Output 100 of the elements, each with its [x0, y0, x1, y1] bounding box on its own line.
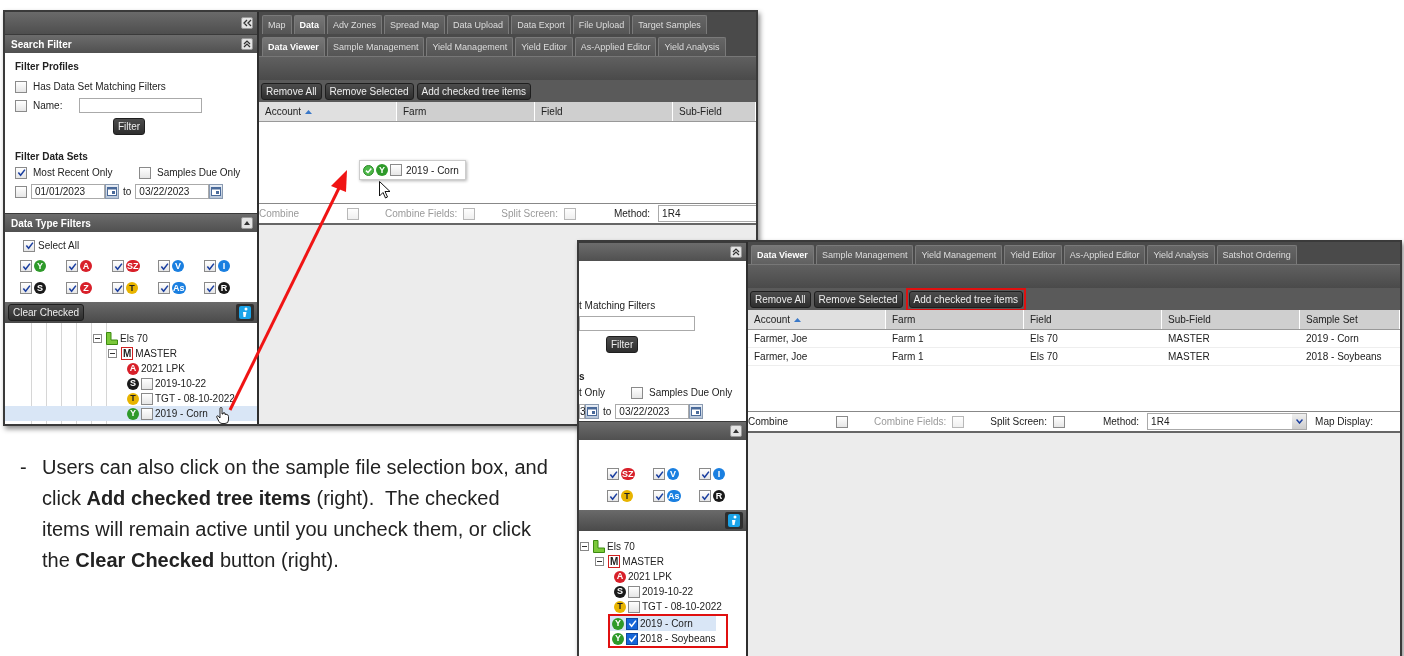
checkbox[interactable]	[158, 260, 170, 272]
toolbar-button[interactable]: Remove Selected	[813, 290, 903, 308]
filter-button[interactable]: Filter	[112, 117, 146, 135]
clear-checked-button[interactable]: Clear Checked	[8, 304, 85, 321]
tree-item[interactable]: Y 2019 - Corn	[610, 616, 716, 631]
checkbox[interactable]	[20, 260, 32, 272]
collapse-left-icon[interactable]	[242, 19, 252, 27]
tree-item[interactable]: Y 2018 - Soybeans	[610, 631, 716, 646]
tab[interactable]: File Upload	[572, 15, 631, 34]
checkbox[interactable]	[15, 80, 27, 93]
tree-item[interactable]: T TGT - 08-10-2022	[579, 599, 746, 614]
column-header[interactable]: Sub-Field	[673, 102, 756, 121]
tab[interactable]: Data Viewer	[262, 37, 325, 56]
checkbox[interactable]	[20, 282, 32, 294]
column-header[interactable]: Account	[748, 310, 886, 329]
tree-item[interactable]: A 2021 LPK	[579, 569, 746, 584]
checkbox[interactable]	[1052, 415, 1065, 428]
tab[interactable]: Yield Analysis	[1147, 245, 1215, 264]
tab[interactable]: Yield Analysis	[658, 37, 726, 56]
collapse-icon[interactable]	[580, 542, 589, 551]
column-header[interactable]: Farm	[886, 310, 1024, 329]
tab[interactable]: Sample Management	[815, 245, 914, 264]
sort-ascending-icon[interactable]	[305, 109, 313, 114]
tab[interactable]: Data Upload	[447, 15, 510, 34]
checkbox[interactable]	[139, 166, 151, 179]
checkbox[interactable]	[66, 282, 78, 294]
tab[interactable]: Sample Management	[326, 37, 425, 56]
collapse-up-icon[interactable]	[243, 40, 251, 48]
column-header[interactable]: Sub-Field	[1162, 310, 1300, 329]
column-header[interactable]: Sample Set	[1300, 310, 1400, 329]
collapse-up-icon[interactable]	[732, 428, 740, 434]
checkbox[interactable]	[158, 282, 170, 294]
checkbox[interactable]	[699, 490, 711, 502]
checkbox[interactable]	[15, 99, 27, 112]
tab[interactable]: Yield Editor	[515, 37, 573, 56]
column-header[interactable]: Field	[1024, 310, 1162, 329]
tree-item[interactable]: S 2019-10-22	[5, 376, 257, 391]
tab[interactable]: Target Samples	[632, 15, 707, 34]
tree-item[interactable]: Els 70	[5, 331, 257, 346]
tab[interactable]: Yield Management	[426, 37, 514, 56]
tab[interactable]: Satshot Ordering	[1216, 245, 1297, 264]
calendar-icon[interactable]	[107, 187, 117, 196]
column-header[interactable]: Farm	[397, 102, 535, 121]
checkbox[interactable]	[628, 600, 640, 613]
toolbar-button[interactable]: Add checked tree items	[908, 290, 1023, 308]
tab[interactable]: As-Applied Editor	[1063, 245, 1146, 264]
checkbox[interactable]	[607, 490, 619, 502]
date-field[interactable]: 03/22/2023	[135, 184, 210, 199]
toolbar-button[interactable]: Add checked tree items	[416, 82, 531, 100]
tab[interactable]: Data Export	[511, 15, 571, 34]
calendar-icon[interactable]	[211, 187, 222, 196]
tree-item[interactable]: M MASTER	[5, 346, 257, 361]
tree-item[interactable]: S 2019-10-22	[579, 584, 746, 599]
collapse-up-icon[interactable]	[243, 220, 251, 226]
tab[interactable]: Yield Management	[915, 245, 1003, 264]
tab[interactable]: As-Applied Editor	[574, 37, 657, 56]
collapse-icon[interactable]	[93, 334, 102, 343]
tab[interactable]: Data Viewer	[751, 245, 814, 264]
tree-item[interactable]: Els 70	[579, 539, 746, 554]
checkbox[interactable]	[66, 260, 78, 272]
checkbox[interactable]	[626, 617, 638, 630]
method-select[interactable]: 1R4	[658, 205, 756, 222]
checkbox[interactable]	[15, 185, 27, 198]
name-field[interactable]	[79, 98, 202, 113]
checkbox[interactable]	[141, 407, 153, 420]
sort-ascending-icon[interactable]	[794, 317, 802, 322]
checkbox[interactable]	[23, 239, 35, 252]
tree-item[interactable]: Y 2019 - Corn	[5, 406, 257, 421]
checkbox[interactable]	[699, 468, 711, 480]
checkbox[interactable]	[628, 585, 640, 598]
tree-item[interactable]: A 2021 LPK	[5, 361, 257, 376]
tab[interactable]: Data	[293, 15, 326, 34]
info-icon[interactable]	[728, 514, 740, 527]
checkbox[interactable]	[204, 260, 216, 272]
calendar-icon[interactable]	[691, 407, 702, 416]
checkbox[interactable]	[204, 282, 216, 294]
column-header[interactable]: Account	[259, 102, 397, 121]
filter-button[interactable]: Filter	[606, 336, 639, 354]
tab[interactable]: Adv Zones	[327, 15, 383, 34]
tab[interactable]: Spread Map	[384, 15, 446, 34]
info-icon[interactable]	[239, 306, 251, 319]
name-field[interactable]	[579, 316, 695, 332]
method-select[interactable]: 1R4	[1147, 413, 1308, 430]
checkbox[interactable]	[631, 386, 643, 399]
checkbox[interactable]	[626, 632, 638, 645]
checkbox[interactable]	[15, 166, 27, 179]
checkbox[interactable]	[112, 282, 124, 294]
checkbox[interactable]	[653, 490, 665, 502]
checkbox[interactable]	[653, 468, 665, 480]
date-field[interactable]: 03/22/2023	[615, 404, 690, 419]
column-header[interactable]: Field	[535, 102, 673, 121]
toolbar-button[interactable]: Remove All	[750, 290, 811, 308]
toolbar-button[interactable]: Remove All	[261, 82, 322, 100]
calendar-icon[interactable]	[587, 407, 597, 416]
tab[interactable]: Map	[262, 15, 292, 34]
checkbox[interactable]	[390, 164, 402, 176]
tab[interactable]: Yield Editor	[1004, 245, 1062, 264]
collapse-up-icon[interactable]	[732, 248, 740, 256]
checkbox[interactable]	[607, 468, 619, 480]
collapse-icon[interactable]	[595, 557, 604, 566]
